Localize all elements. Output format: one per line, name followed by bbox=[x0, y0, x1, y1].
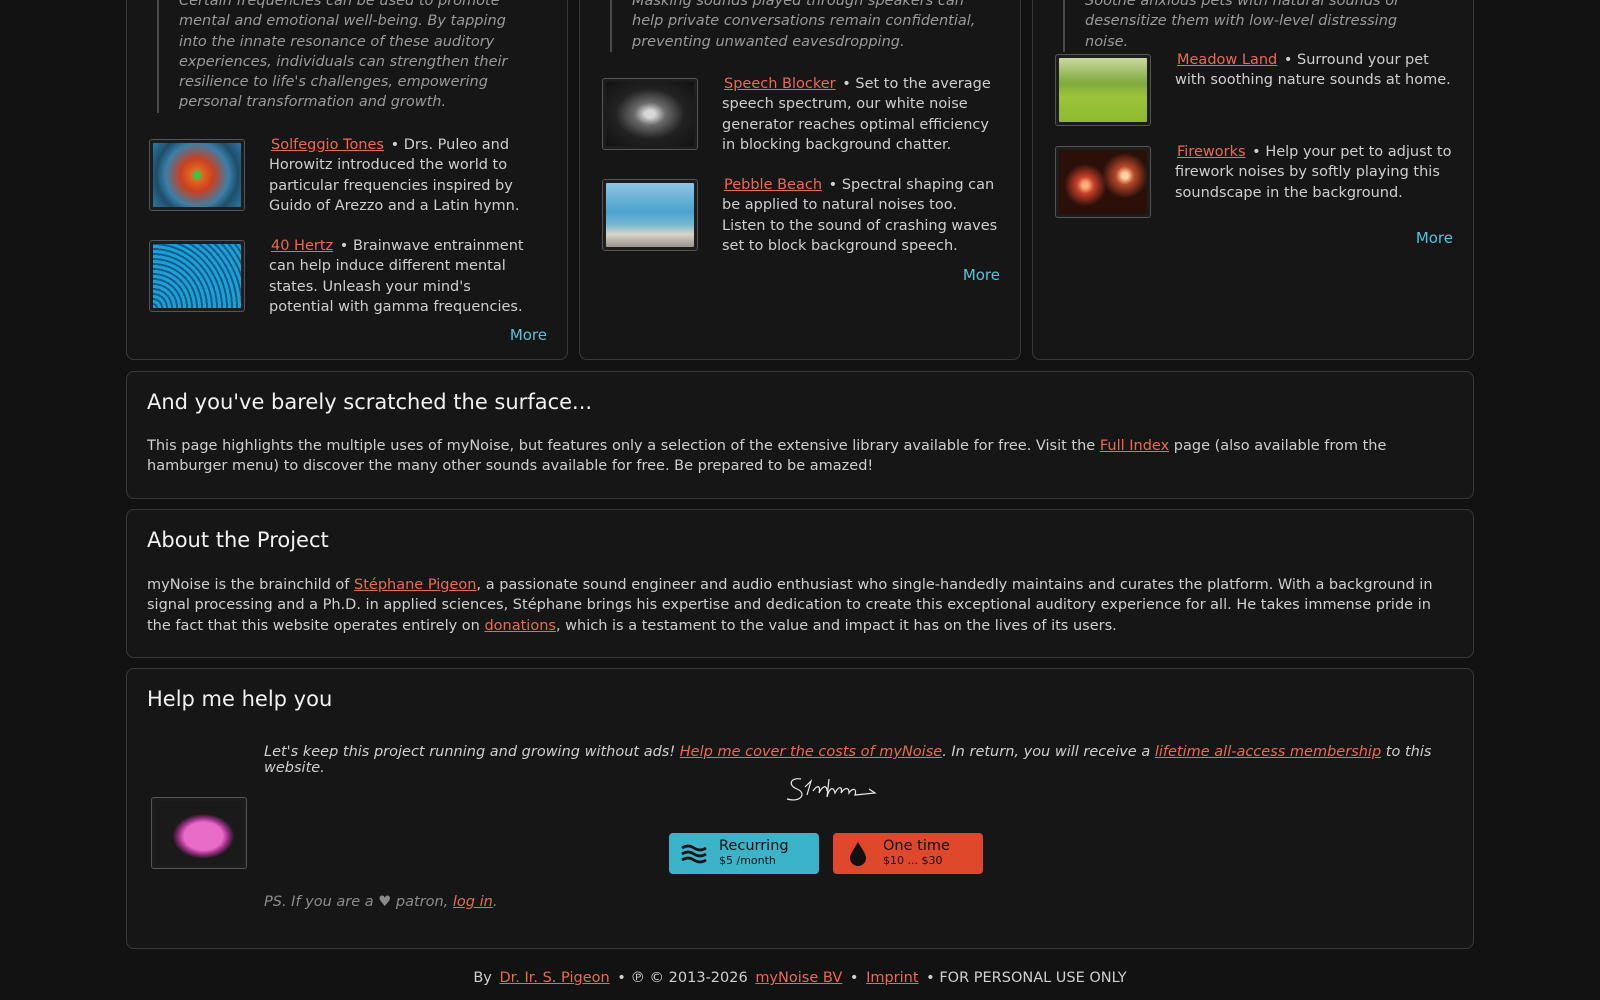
about-section: About the Project myNoise is the brainch… bbox=[126, 509, 1474, 658]
solfeggio-link[interactable]: Solfeggio Tones bbox=[271, 137, 384, 153]
surface-section: And you've barely scratched the surface.… bbox=[126, 371, 1474, 499]
pebble-beach-thumbnail[interactable] bbox=[602, 179, 698, 251]
log-in-link[interactable]: log in bbox=[453, 894, 493, 910]
fireworks-link[interactable]: Fireworks bbox=[1177, 144, 1246, 160]
forty-hertz-link[interactable]: 40 Hertz bbox=[271, 238, 333, 254]
list-item: 40 Hertz • Brainwave entrainment can hel… bbox=[149, 238, 547, 317]
footer: By Dr. Ir. S. Pigeon • ℗ © 2013-2026 myN… bbox=[473, 970, 1127, 986]
list-item: Solfeggio Tones • Drs. Puleo and Horowit… bbox=[149, 137, 547, 216]
donations-link[interactable]: donations bbox=[484, 618, 555, 634]
list-item: Speech Blocker • Set to the average spee… bbox=[602, 76, 1000, 155]
more-link[interactable]: More bbox=[963, 266, 1000, 284]
imprint-link[interactable]: Imprint bbox=[866, 970, 918, 986]
pebble-beach-link[interactable]: Pebble Beach bbox=[724, 177, 822, 193]
lifetime-membership-link[interactable]: lifetime all-access membership bbox=[1155, 744, 1381, 760]
solfeggio-thumbnail[interactable] bbox=[149, 139, 245, 211]
category-quote: Masking sounds played through speakers c… bbox=[610, 0, 980, 52]
more-link[interactable]: More bbox=[1416, 229, 1453, 247]
speech-blocker-link[interactable]: Speech Blocker bbox=[724, 76, 836, 92]
patron-note: PS. If you are a ♥ patron, log in. bbox=[264, 894, 498, 910]
meadow-land-thumbnail[interactable] bbox=[1055, 54, 1151, 126]
full-index-link[interactable]: Full Index bbox=[1100, 438, 1169, 454]
category-quote: Certain frequencies can be used to promo… bbox=[157, 0, 527, 113]
section-title: About the Project bbox=[147, 528, 329, 552]
section-title: And you've barely scratched the surface.… bbox=[147, 390, 593, 414]
list-item: Meadow Land • Surround your pet with soo… bbox=[1055, 52, 1453, 126]
category-quote: Soothe anxious pets with natural sounds … bbox=[1063, 0, 1433, 52]
stephane-pigeon-link[interactable]: Stéphane Pigeon bbox=[354, 577, 476, 593]
speech-blocker-thumbnail[interactable] bbox=[602, 78, 698, 150]
section-body: This page highlights the multiple uses o… bbox=[147, 438, 1387, 475]
signature bbox=[783, 771, 877, 807]
drop-icon bbox=[833, 841, 883, 867]
section-body: myNoise is the brainchild of Stéphane Pi… bbox=[147, 577, 1433, 634]
list-item: Fireworks • Help your pet to adjust to f… bbox=[1055, 144, 1453, 218]
cover-costs-link[interactable]: Help me cover the costs of myNoise bbox=[680, 744, 942, 760]
company-link[interactable]: myNoise BV bbox=[755, 970, 842, 986]
section-title: Help me help you bbox=[147, 687, 333, 711]
author-link[interactable]: Dr. Ir. S. Pigeon bbox=[499, 970, 609, 986]
category-card-mental: Certain frequencies can be used to promo… bbox=[126, 0, 568, 360]
meadow-land-link[interactable]: Meadow Land bbox=[1177, 52, 1277, 68]
more-link[interactable]: More bbox=[510, 326, 547, 344]
forty-hertz-thumbnail[interactable] bbox=[149, 240, 245, 312]
list-item: Pebble Beach • Spectral shaping can be a… bbox=[602, 177, 1000, 256]
one-time-donation-button[interactable]: One time $10 ... $30 bbox=[833, 833, 983, 874]
waves-icon bbox=[669, 844, 719, 864]
fireworks-thumbnail[interactable] bbox=[1055, 146, 1151, 218]
recurring-donation-button[interactable]: Recurring $5 /month bbox=[669, 833, 819, 874]
category-card-pets: Soothe anxious pets with natural sounds … bbox=[1032, 0, 1474, 360]
category-card-privacy: Masking sounds played through speakers c… bbox=[579, 0, 1021, 360]
help-section: Help me help you Let's keep this project… bbox=[126, 668, 1474, 949]
piggy-bank-image bbox=[151, 797, 247, 869]
